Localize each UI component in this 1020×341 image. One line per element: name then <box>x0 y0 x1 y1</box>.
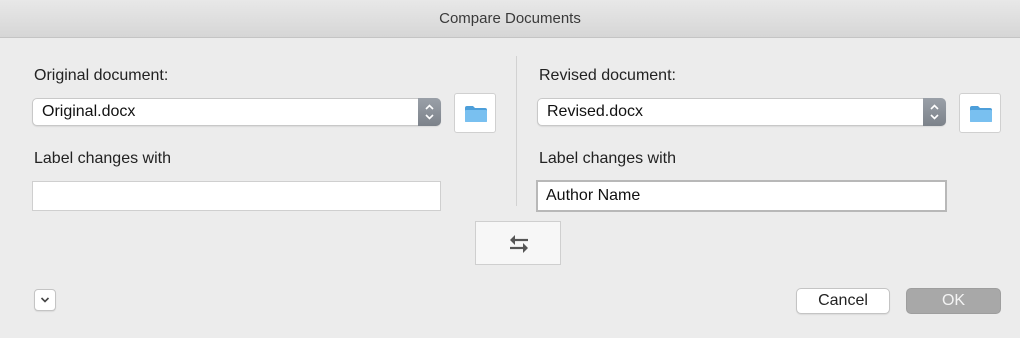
original-label-changes-label: Label changes with <box>34 150 171 167</box>
up-down-chevron-icon <box>418 98 441 126</box>
ok-button[interactable]: OK <box>906 288 1001 314</box>
up-down-chevron-icon <box>923 98 946 126</box>
window-titlebar: Compare Documents <box>0 0 1020 38</box>
original-document-label: Original document: <box>34 67 169 84</box>
cancel-button[interactable]: Cancel <box>796 288 890 314</box>
revised-browse-button[interactable] <box>959 93 1001 133</box>
more-options-disclosure-button[interactable] <box>34 289 56 311</box>
original-browse-button[interactable] <box>454 93 496 133</box>
revised-document-label: Revised document: <box>539 67 676 84</box>
original-document-popup[interactable]: Original.docx <box>32 98 441 126</box>
original-document-value: Original.docx <box>42 103 136 120</box>
revised-label-changes-field[interactable] <box>536 180 947 212</box>
column-divider <box>516 56 517 206</box>
revised-document-value: Revised.docx <box>547 103 644 120</box>
revised-label-changes-label: Label changes with <box>539 150 676 167</box>
window-title: Compare Documents <box>439 10 581 27</box>
original-label-changes-field[interactable] <box>32 181 441 211</box>
swap-documents-button[interactable] <box>475 221 561 265</box>
revised-document-popup[interactable]: Revised.docx <box>537 98 946 126</box>
